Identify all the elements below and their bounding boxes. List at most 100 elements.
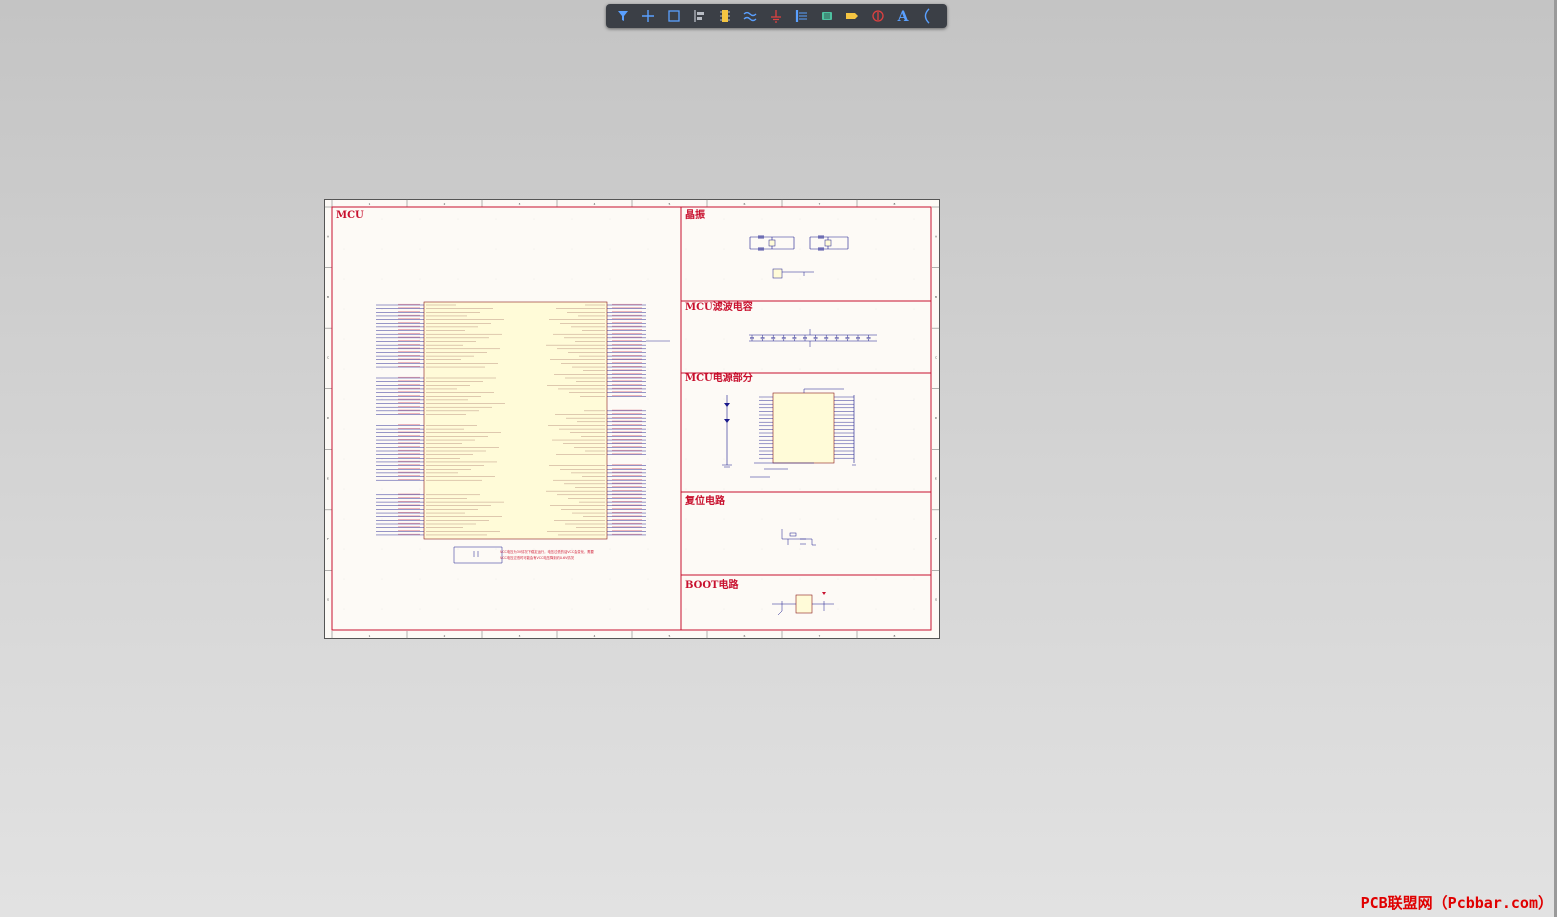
grid-dot: [685, 608, 687, 610]
zone-row-letter: F: [327, 537, 329, 541]
grid-dot: [875, 218, 877, 220]
grid-dot: [343, 398, 345, 400]
zone-row-letter: E: [935, 477, 937, 481]
grid-dot: [685, 548, 687, 550]
grid-dot: [495, 218, 497, 220]
grid-dot: [875, 368, 877, 370]
filter-tool-button[interactable]: [610, 4, 636, 28]
align-tool-button[interactable]: [687, 4, 713, 28]
net-label-icon: [846, 13, 859, 19]
grid-dot: [723, 248, 725, 250]
boot-switch-body: [795, 594, 813, 614]
grid-dot: [381, 608, 383, 610]
grid-dot: [761, 548, 763, 550]
grid-dot: [761, 308, 763, 310]
grid-dot: [343, 488, 345, 490]
zone-row-letter: C: [327, 355, 329, 359]
zone-col-number: 6: [744, 634, 746, 638]
grid-dot: [343, 608, 345, 610]
grid-dot: [571, 578, 573, 580]
grid-dot: [609, 608, 611, 610]
grid-dot: [837, 398, 839, 400]
grid-dot: [913, 578, 915, 580]
grid-dot: [685, 278, 687, 280]
grid-dot: [533, 218, 535, 220]
grid-dot: [419, 608, 421, 610]
grid-dot: [457, 278, 459, 280]
grid-dot: [761, 368, 763, 370]
text-tool-icon: A: [897, 9, 910, 24]
grid-dot: [647, 368, 649, 370]
zone-row-letter: B: [327, 295, 329, 299]
grid-dot: [381, 488, 383, 490]
grid-dot: [343, 548, 345, 550]
grid-dot: [381, 518, 383, 520]
grid-dot: [343, 338, 345, 340]
zone-row-letter: B: [935, 295, 937, 299]
grid-dot: [913, 368, 915, 370]
grid-dot: [419, 518, 421, 520]
grid-dot: [723, 548, 725, 550]
grid-dot: [533, 278, 535, 280]
grid-dot: [875, 308, 877, 310]
grid-dot: [913, 608, 915, 610]
svg-text:A: A: [897, 9, 910, 24]
grid-dot: [875, 518, 877, 520]
grid-dot: [609, 458, 611, 460]
grid-dot: [723, 488, 725, 490]
grid-dot: [343, 248, 345, 250]
wire-tool-button[interactable]: [738, 4, 764, 28]
grid-dot: [609, 488, 611, 490]
grid-dot: [799, 278, 801, 280]
grid-dot: [495, 248, 497, 250]
grid-dot: [761, 578, 763, 580]
bus-tool-button[interactable]: [789, 4, 815, 28]
grid-dot: [457, 608, 459, 610]
grid-dot: [495, 608, 497, 610]
harness-tool-button[interactable]: [814, 4, 840, 28]
grid-dot: [609, 248, 611, 250]
grid-dot: [647, 458, 649, 460]
sheet-frame: [324, 199, 940, 639]
grid-dot: [647, 548, 649, 550]
ground-tool-button[interactable]: [763, 4, 789, 28]
grid-dot: [533, 578, 535, 580]
grid-dot: [837, 308, 839, 310]
section-title-mcu: MCU: [336, 210, 364, 221]
crystal2-body: [824, 239, 832, 247]
zone-col-number: 3: [519, 202, 521, 206]
grid-dot: [381, 548, 383, 550]
grid-dot: [647, 218, 649, 220]
zone-col-number: 5: [669, 634, 671, 638]
text-tool-tool-button[interactable]: A: [891, 4, 917, 28]
section-title-crystal: 晶振: [685, 210, 705, 221]
align-icon: [694, 10, 705, 22]
grid-dot: [609, 218, 611, 220]
crystal-pll-part: [772, 268, 783, 279]
select-rect-tool-button[interactable]: [661, 4, 687, 28]
grid-dot: [875, 248, 877, 250]
zone-col-number: 7: [819, 634, 821, 638]
grid-dot: [723, 398, 725, 400]
grid-dot: [343, 368, 345, 370]
no-erc-tool-button[interactable]: [865, 4, 891, 28]
grid-dot: [761, 518, 763, 520]
grid-dot: [685, 458, 687, 460]
zone-col-number: 1: [369, 634, 371, 638]
net-label-tool-button[interactable]: [840, 4, 866, 28]
grid-dot: [875, 488, 877, 490]
zone-col-number: 5: [669, 202, 671, 206]
grid-dot: [875, 458, 877, 460]
grid-dot: [647, 278, 649, 280]
arc-tool-button[interactable]: [916, 4, 942, 28]
zone-col-number: 1: [369, 202, 371, 206]
grid-dot: [837, 218, 839, 220]
grid-dot: [419, 458, 421, 460]
schematic-sheet[interactable]: 1122334455667788AABBCCDDEEFFGG MCU 晶振 MC…: [324, 199, 940, 639]
grid-dot: [875, 338, 877, 340]
component-tool-button[interactable]: [712, 4, 738, 28]
grid-dot: [761, 458, 763, 460]
crosshair-tool-button[interactable]: [636, 4, 662, 28]
grid-dot: [913, 428, 915, 430]
grid-dot: [381, 368, 383, 370]
